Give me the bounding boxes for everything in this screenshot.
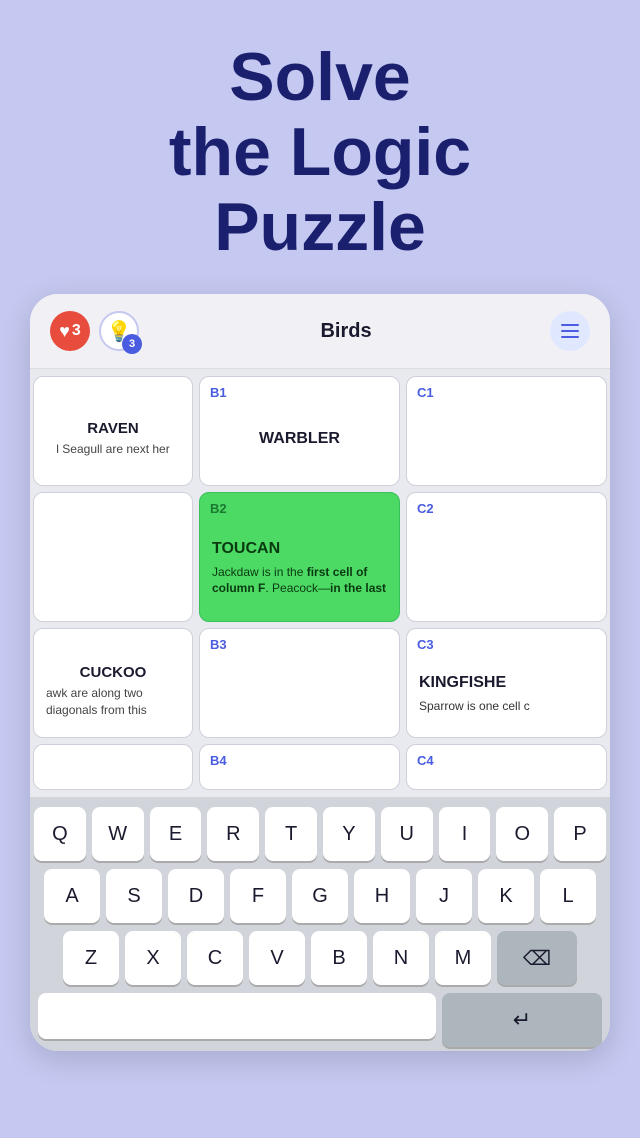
header-left: 3 💡 3: [50, 308, 142, 354]
cell-c2[interactable]: C2: [406, 492, 607, 622]
key-p[interactable]: P: [554, 807, 606, 861]
menu-line: [561, 336, 579, 338]
return-key[interactable]: ↵: [442, 993, 602, 1047]
key-z[interactable]: Z: [63, 931, 119, 985]
clue-bird-name-raven: RAVEN: [87, 420, 138, 437]
cell-c1[interactable]: C1: [406, 376, 607, 486]
app-header: 3 💡 3 Birds: [30, 294, 610, 369]
clue-text-b2: Jackdaw is in the first cell of column F…: [212, 564, 387, 598]
bird-name-b2: TOUCAN: [212, 540, 280, 558]
lives-count: 3: [72, 322, 81, 340]
menu-line: [561, 324, 579, 326]
key-k[interactable]: K: [478, 869, 534, 923]
cell-b1[interactable]: B1 WARBLER: [199, 376, 400, 486]
key-c[interactable]: C: [187, 931, 243, 985]
key-x[interactable]: X: [125, 931, 181, 985]
keyboard-row-3: Z X C V B N M ⌫: [34, 931, 606, 985]
puzzle-grid: RAVEN l Seagull are next her B1 WARBLER …: [30, 369, 610, 797]
left-clue-cell-1: RAVEN l Seagull are next her: [33, 376, 193, 486]
cell-label-b3: B3: [210, 637, 227, 652]
keyboard: Q W E R T Y U I O P A S D F G H J K L Z …: [30, 797, 610, 1051]
key-a[interactable]: A: [44, 869, 100, 923]
cell-label-b1: B1: [210, 385, 227, 400]
grid-row-1: RAVEN l Seagull are next her B1 WARBLER …: [30, 373, 610, 489]
lives-badge: 3: [50, 311, 90, 351]
hint-count: 3: [122, 334, 142, 354]
key-f[interactable]: F: [230, 869, 286, 923]
bird-name-b1: WARBLER: [259, 430, 340, 448]
hero-title: Solve the Logic Puzzle: [60, 40, 580, 264]
key-j[interactable]: J: [416, 869, 472, 923]
app-card: 3 💡 3 Birds RAVEN l Seagull are next her: [30, 294, 610, 1051]
keyboard-row-2: A S D F G H J K L: [34, 869, 606, 923]
key-t[interactable]: T: [265, 807, 317, 861]
left-clue-cell-2: [33, 492, 193, 622]
app-title: Birds: [320, 320, 371, 343]
cell-c4[interactable]: C4: [406, 744, 607, 790]
cell-b4[interactable]: B4: [199, 744, 400, 790]
bird-name-c3: KINGFISHE: [419, 674, 506, 692]
key-d[interactable]: D: [168, 869, 224, 923]
key-i[interactable]: I: [439, 807, 491, 861]
key-u[interactable]: U: [381, 807, 433, 861]
key-o[interactable]: O: [496, 807, 548, 861]
hint-badge[interactable]: 💡 3: [96, 308, 142, 354]
key-b[interactable]: B: [311, 931, 367, 985]
cell-label-c3: C3: [417, 637, 434, 652]
key-v[interactable]: V: [249, 931, 305, 985]
left-clue-cell-4: [33, 744, 193, 790]
clue-text-cuckoo: awk are along two diagonals from this: [46, 685, 180, 719]
grid-row-4: B4 C4: [30, 741, 610, 793]
key-w[interactable]: W: [92, 807, 144, 861]
key-h[interactable]: H: [354, 869, 410, 923]
menu-button[interactable]: [550, 311, 590, 351]
cell-label-b2: B2: [210, 501, 227, 516]
key-q[interactable]: Q: [34, 807, 86, 861]
key-s[interactable]: S: [106, 869, 162, 923]
key-n[interactable]: N: [373, 931, 429, 985]
left-clue-cell-3: CUCKOO awk are along two diagonals from …: [33, 628, 193, 738]
cell-label-b4: B4: [210, 753, 227, 768]
clue-text-c3: Sparrow is one cell c: [419, 698, 530, 715]
key-m[interactable]: M: [435, 931, 491, 985]
grid-row-3: CUCKOO awk are along two diagonals from …: [30, 625, 610, 741]
cell-label-c4: C4: [417, 753, 434, 768]
cell-c3[interactable]: C3 KINGFISHE Sparrow is one cell c: [406, 628, 607, 738]
key-g[interactable]: G: [292, 869, 348, 923]
keyboard-row-1: Q W E R T Y U I O P: [34, 807, 606, 861]
grid-row-2: B2 TOUCAN Jackdaw is in the first cell o…: [30, 489, 610, 625]
cell-b3[interactable]: B3: [199, 628, 400, 738]
cell-b2[interactable]: B2 TOUCAN Jackdaw is in the first cell o…: [199, 492, 400, 622]
cell-label-c1: C1: [417, 385, 434, 400]
hero-section: Solve the Logic Puzzle: [0, 0, 640, 294]
key-y[interactable]: Y: [323, 807, 375, 861]
clue-text-raven: l Seagull are next her: [56, 441, 169, 458]
menu-line: [561, 330, 579, 332]
keyboard-bottom-row: ↵: [34, 993, 606, 1047]
clue-bird-name-cuckoo: CUCKOO: [80, 664, 147, 681]
key-l[interactable]: L: [540, 869, 596, 923]
spacebar-key[interactable]: [38, 993, 436, 1039]
cell-label-c2: C2: [417, 501, 434, 516]
key-e[interactable]: E: [150, 807, 202, 861]
key-r[interactable]: R: [207, 807, 259, 861]
backspace-key[interactable]: ⌫: [497, 931, 577, 985]
